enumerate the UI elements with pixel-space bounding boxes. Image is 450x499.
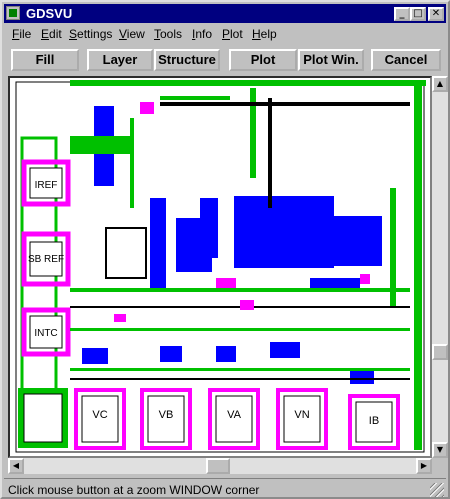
menu-bar: File Edit Settings View Tools Info Plot …	[4, 24, 446, 44]
metal-pad-a	[82, 348, 108, 364]
poly-block-3	[240, 300, 254, 310]
layer-button[interactable]: Layer	[87, 49, 153, 71]
menu-edit-rest: dit	[49, 27, 62, 41]
menu-plot-key: P	[222, 27, 231, 41]
scroll-up-icon[interactable]: ▲	[432, 76, 448, 92]
scroll-right-icon[interactable]: ▶	[416, 458, 432, 474]
menu-file-rest: ile	[19, 27, 32, 41]
metal2-route-6	[390, 188, 396, 308]
poly-block-2	[216, 278, 236, 288]
metal-strip-mid	[150, 198, 166, 288]
metal2-route-3	[70, 288, 410, 292]
contact-rail-1	[160, 102, 410, 106]
menu-plot[interactable]: Plot	[222, 27, 243, 41]
plot-window-button[interactable]: Plot Win.	[298, 49, 364, 71]
menu-settings-key: S	[69, 27, 78, 41]
status-text: Click mouse button at a zoom WINDOW corn…	[8, 483, 260, 497]
menu-tools-rest: ools	[160, 27, 183, 41]
structure-button[interactable]: Structure	[154, 49, 220, 71]
toolbar: Fill Layer Structure Plot Plot Win. Canc…	[4, 46, 446, 74]
metal-pad-d	[270, 342, 300, 358]
window-title: GDSVU	[26, 6, 73, 21]
vertical-scrollbar[interactable]: ▲ ▼	[432, 76, 448, 458]
ic-layout-view: IREF SB REF INTC VC VB VA VN IB	[10, 78, 430, 456]
poly-block-5	[114, 314, 126, 322]
plot-button[interactable]: Plot	[229, 49, 297, 71]
menu-help-key: H	[252, 27, 261, 41]
horizontal-scrollbar[interactable]: ◀ ▶	[8, 458, 432, 474]
fill-button[interactable]: Fill	[11, 49, 79, 71]
layout-canvas[interactable]: IREF SB REF INTC VC VB VA VN IB	[8, 76, 432, 458]
horizontal-scroll-thumb[interactable]	[206, 458, 230, 474]
metal2-route-2	[250, 88, 256, 178]
menu-view-rest: iew	[126, 27, 145, 41]
vertical-scroll-thumb[interactable]	[432, 344, 448, 360]
status-bar: Click mouse button at a zoom WINDOW corn…	[4, 478, 446, 499]
vc-label: VC	[92, 409, 107, 421]
maximize-button[interactable]: □	[410, 7, 426, 21]
app-icon[interactable]	[6, 6, 20, 20]
bottom-left-pad	[23, 393, 63, 443]
menu-help[interactable]: Help	[252, 27, 277, 41]
scroll-left-icon[interactable]: ◀	[8, 458, 24, 474]
scroll-down-icon[interactable]: ▼	[432, 442, 448, 458]
minimize-button[interactable]: _	[394, 7, 410, 21]
vb-label: VB	[159, 409, 174, 421]
contact-rail-2	[268, 98, 272, 208]
metal-block-right	[310, 216, 382, 266]
metal2-route-7	[130, 118, 134, 208]
metal2-route-4	[70, 328, 410, 331]
ib-label: IB	[369, 415, 379, 427]
sbref-label: SB REF	[28, 254, 64, 265]
menu-info[interactable]: Info	[192, 27, 212, 41]
menu-view-key: V	[119, 27, 127, 41]
metal2-top-rail	[70, 80, 426, 86]
menu-edit[interactable]: Edit	[41, 27, 62, 41]
menu-view[interactable]: View	[119, 27, 145, 41]
menu-tools[interactable]: Tools	[154, 27, 182, 41]
contact-rail-4	[70, 378, 410, 380]
title-bar[interactable]: GDSVU _ □ ✕	[4, 4, 446, 23]
menu-plot-rest: lot	[230, 27, 243, 41]
menu-settings-rest: ettings	[77, 27, 113, 41]
close-button[interactable]: ✕	[428, 7, 444, 21]
metal-strip-mid2	[200, 198, 218, 258]
poly-block-4	[360, 274, 370, 284]
intc-label: INTC	[34, 328, 57, 339]
menu-edit-key: E	[41, 27, 50, 41]
resize-grip-icon[interactable]	[430, 483, 444, 497]
main-window: GDSVU _ □ ✕ File Edit Settings View Tool…	[0, 0, 450, 499]
metal2-right-rail	[414, 80, 422, 450]
menu-help-rest: elp	[260, 27, 277, 41]
vn-label: VN	[294, 409, 309, 421]
va-label: VA	[227, 409, 242, 421]
cancel-button[interactable]: Cancel	[371, 49, 441, 71]
poly-block-1	[140, 102, 154, 114]
metal-pad-b	[160, 346, 182, 362]
iref-label: IREF	[35, 180, 58, 191]
menu-file[interactable]: File	[12, 27, 31, 41]
metal-pad-c	[216, 346, 236, 362]
metal2-route-5	[70, 368, 410, 371]
metal2-route-1	[160, 96, 230, 100]
menu-info-rest: nfo	[195, 27, 213, 41]
menu-settings[interactable]: Settings	[69, 27, 112, 41]
metal2-bar-top	[70, 136, 130, 154]
